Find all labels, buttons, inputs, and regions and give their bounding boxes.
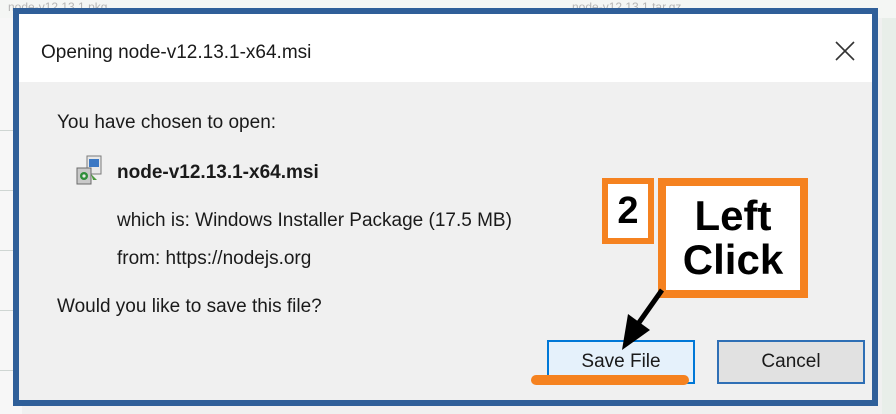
file-name: node-v12.13.1-x64.msi [117, 162, 319, 183]
step-badge: 2 [602, 178, 654, 244]
step-number: 2 [608, 184, 648, 238]
file-source-info: from: https://nodejs.org [117, 248, 312, 269]
dialog-titlebar: Opening node-v12.13.1-x64.msi [19, 14, 872, 82]
pointer-arrow-icon [622, 288, 665, 350]
save-button-highlight [531, 375, 689, 385]
background-right-panel [882, 18, 896, 414]
callout-line-2: Click [682, 236, 784, 283]
save-question: Would you like to save this file? [57, 296, 322, 317]
dialog-title: Opening node-v12.13.1-x64.msi [41, 42, 312, 63]
file-type-info: which is: Windows Installer Package (17.… [117, 210, 512, 231]
callout-line-1: Left [694, 192, 772, 239]
installer-package-icon [76, 155, 102, 185]
close-icon[interactable] [832, 38, 858, 64]
dialog-prompt: You have chosen to open: [57, 112, 277, 133]
cancel-button[interactable]: Cancel [717, 340, 865, 384]
instruction-callout: Left Click [658, 178, 808, 298]
